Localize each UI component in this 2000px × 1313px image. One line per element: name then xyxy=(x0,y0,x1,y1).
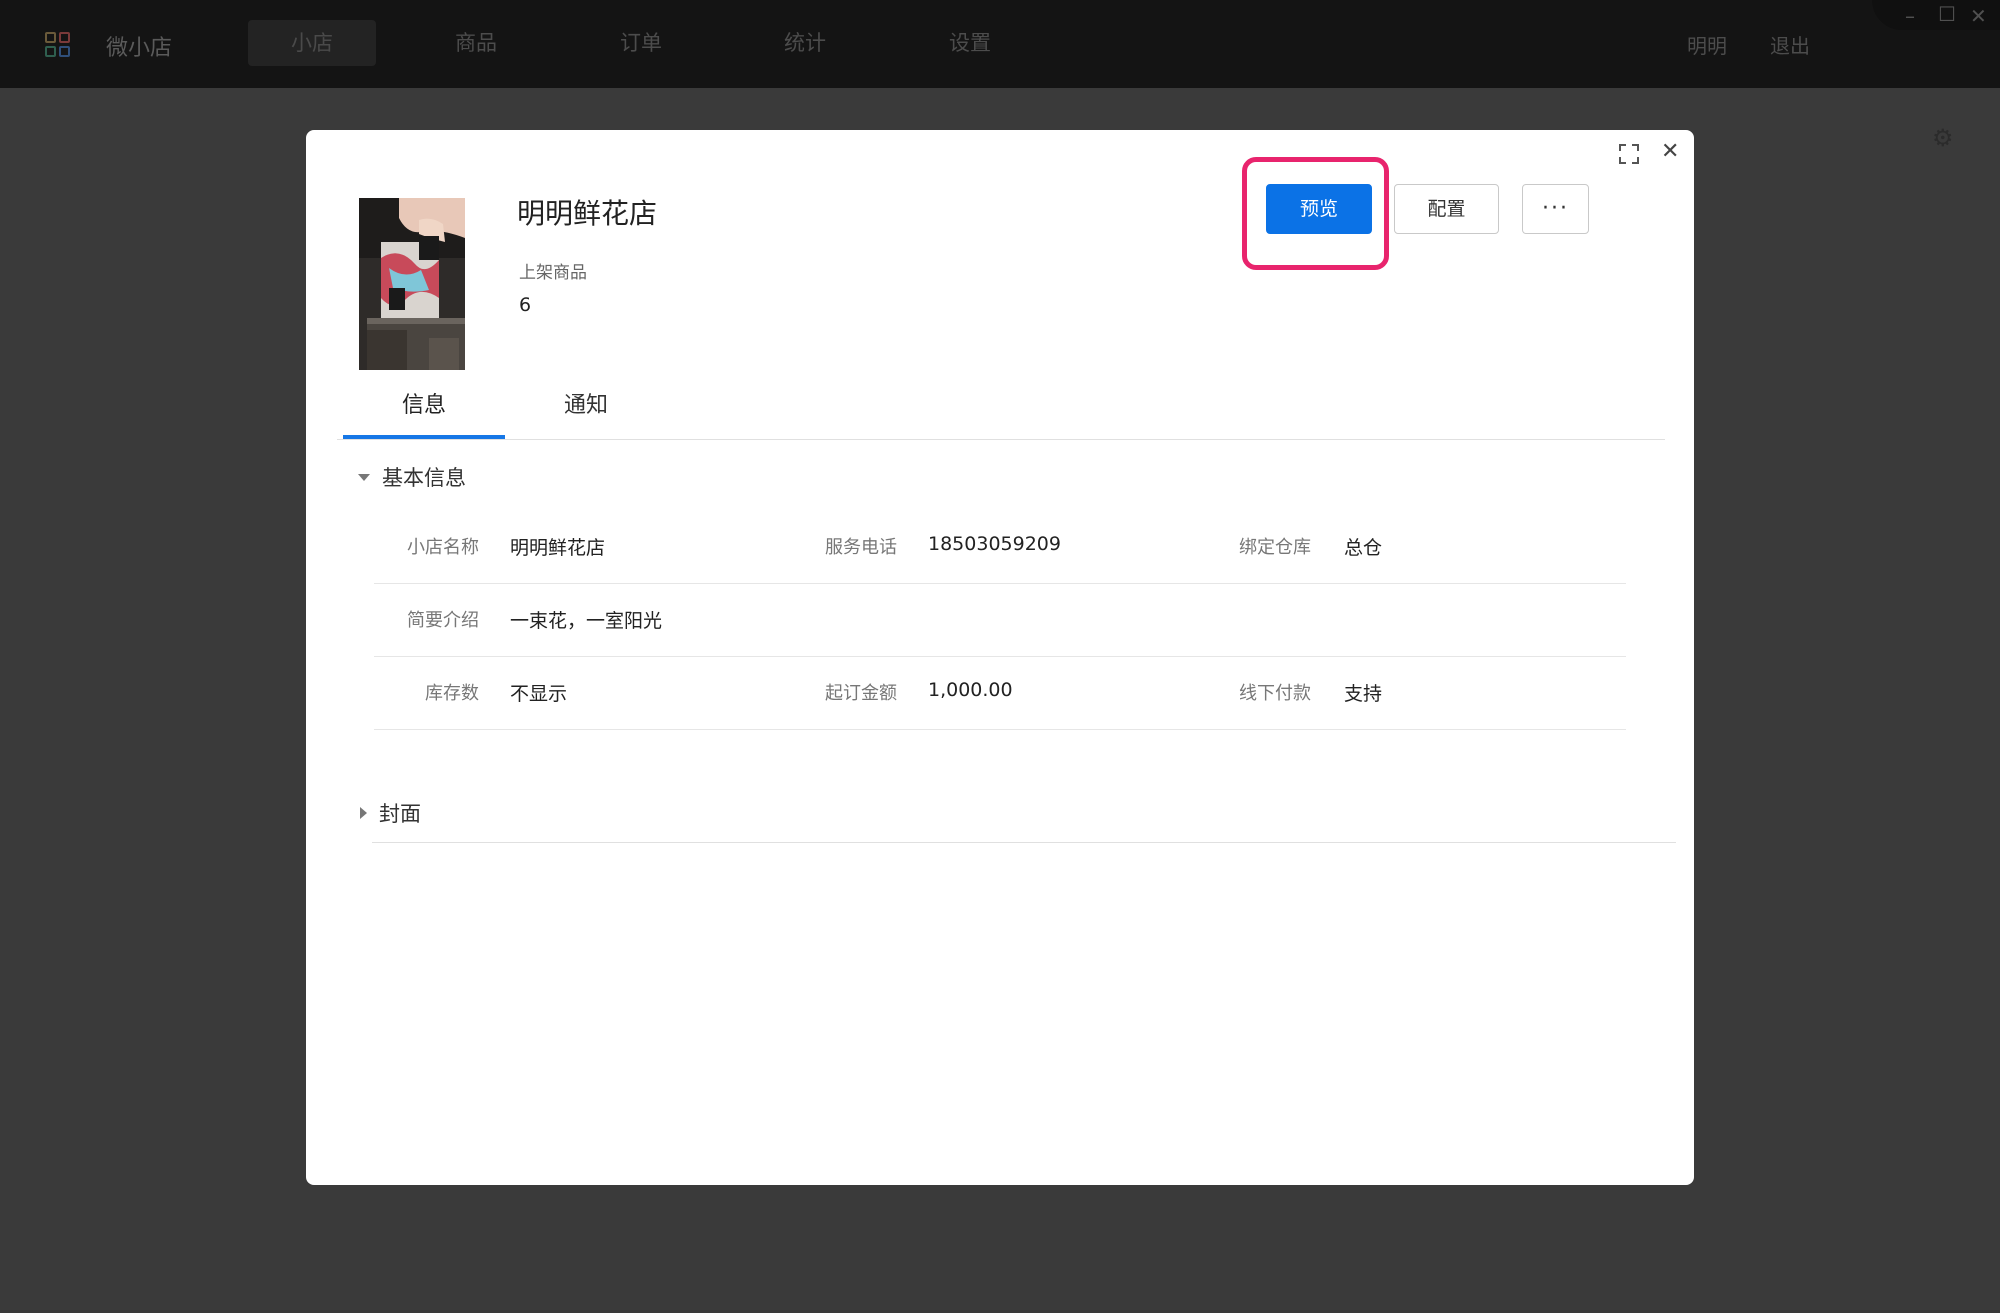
stock-value: 不显示 xyxy=(510,683,568,705)
cover-title: 封面 xyxy=(379,802,421,826)
store-cover-image xyxy=(359,198,465,370)
offline-payment-value: 支持 xyxy=(1344,683,1383,705)
info-row: 简要介绍 一束花，一室阳光 xyxy=(374,584,1626,657)
warehouse-value: 总仓 xyxy=(1344,537,1383,559)
min-order-label: 起订金额 xyxy=(825,683,897,704)
store-name-value: 明明鲜花店 xyxy=(510,537,606,559)
warehouse-label: 绑定仓库 xyxy=(1239,537,1311,558)
config-button[interactable]: 配置 xyxy=(1394,184,1499,234)
more-button[interactable]: ··· xyxy=(1522,184,1589,234)
tab-info[interactable]: 信息 xyxy=(343,380,505,439)
logout-link[interactable]: 退出 xyxy=(1770,30,1810,59)
service-phone-value: 18503059209 xyxy=(928,533,1061,555)
nav-item-settings[interactable]: 设置 xyxy=(906,20,1034,66)
intro-value: 一束花，一室阳光 xyxy=(510,610,663,632)
nav-item-orders[interactable]: 订单 xyxy=(577,20,705,66)
cover-header[interactable]: 封面 xyxy=(360,798,421,828)
top-bar: 微小店 小店 商品 订单 统计 设置 明明 退出 – ☐ ✕ xyxy=(0,0,2000,88)
listed-products-label: 上架商品 xyxy=(519,263,587,283)
offline-payment-label: 线下付款 xyxy=(1239,683,1311,704)
listed-products-count: 6 xyxy=(519,294,532,316)
maximize-icon[interactable]: ☐ xyxy=(1938,2,1956,26)
app-name: 微小店 xyxy=(106,36,173,61)
nav-item-stats[interactable]: 统计 xyxy=(741,20,869,66)
close-icon[interactable]: ✕ xyxy=(1661,140,1679,164)
fullscreen-icon[interactable] xyxy=(1619,144,1639,164)
gear-icon[interactable]: ⚙ xyxy=(1932,124,1954,152)
nav-item-products[interactable]: 商品 xyxy=(412,20,540,66)
store-detail-modal: ✕ 明明鲜花店 上架商品 6 预览 配置 ··· 信息 通知 基本信息 小店名称… xyxy=(306,130,1694,1185)
basic-info-header[interactable]: 基本信息 xyxy=(358,462,466,492)
app-logo-icon xyxy=(45,32,71,58)
preview-button[interactable]: 预览 xyxy=(1266,184,1372,234)
user-name[interactable]: 明明 xyxy=(1687,30,1727,59)
info-row: 小店名称 明明鲜花店 服务电话 18503059209 绑定仓库 总仓 xyxy=(374,511,1626,584)
intro-label: 简要介绍 xyxy=(407,610,479,631)
divider xyxy=(372,842,1676,843)
minimize-icon[interactable]: – xyxy=(1905,4,1915,28)
service-phone-label: 服务电话 xyxy=(825,537,897,558)
stock-label: 库存数 xyxy=(425,683,479,704)
window-close-icon[interactable]: ✕ xyxy=(1970,4,1987,28)
nav-item-store[interactable]: 小店 xyxy=(248,20,376,66)
basic-info-title: 基本信息 xyxy=(382,466,466,490)
tab-notifications[interactable]: 通知 xyxy=(505,380,667,439)
store-title: 明明鲜花店 xyxy=(517,197,658,230)
min-order-value: 1,000.00 xyxy=(928,679,1013,701)
caret-right-icon xyxy=(360,807,367,819)
caret-down-icon xyxy=(358,473,370,481)
store-name-label: 小店名称 xyxy=(407,537,479,558)
tab-bar: 信息 通知 xyxy=(337,380,1665,440)
info-row: 库存数 不显示 起订金额 1,000.00 线下付款 支持 xyxy=(374,657,1626,730)
